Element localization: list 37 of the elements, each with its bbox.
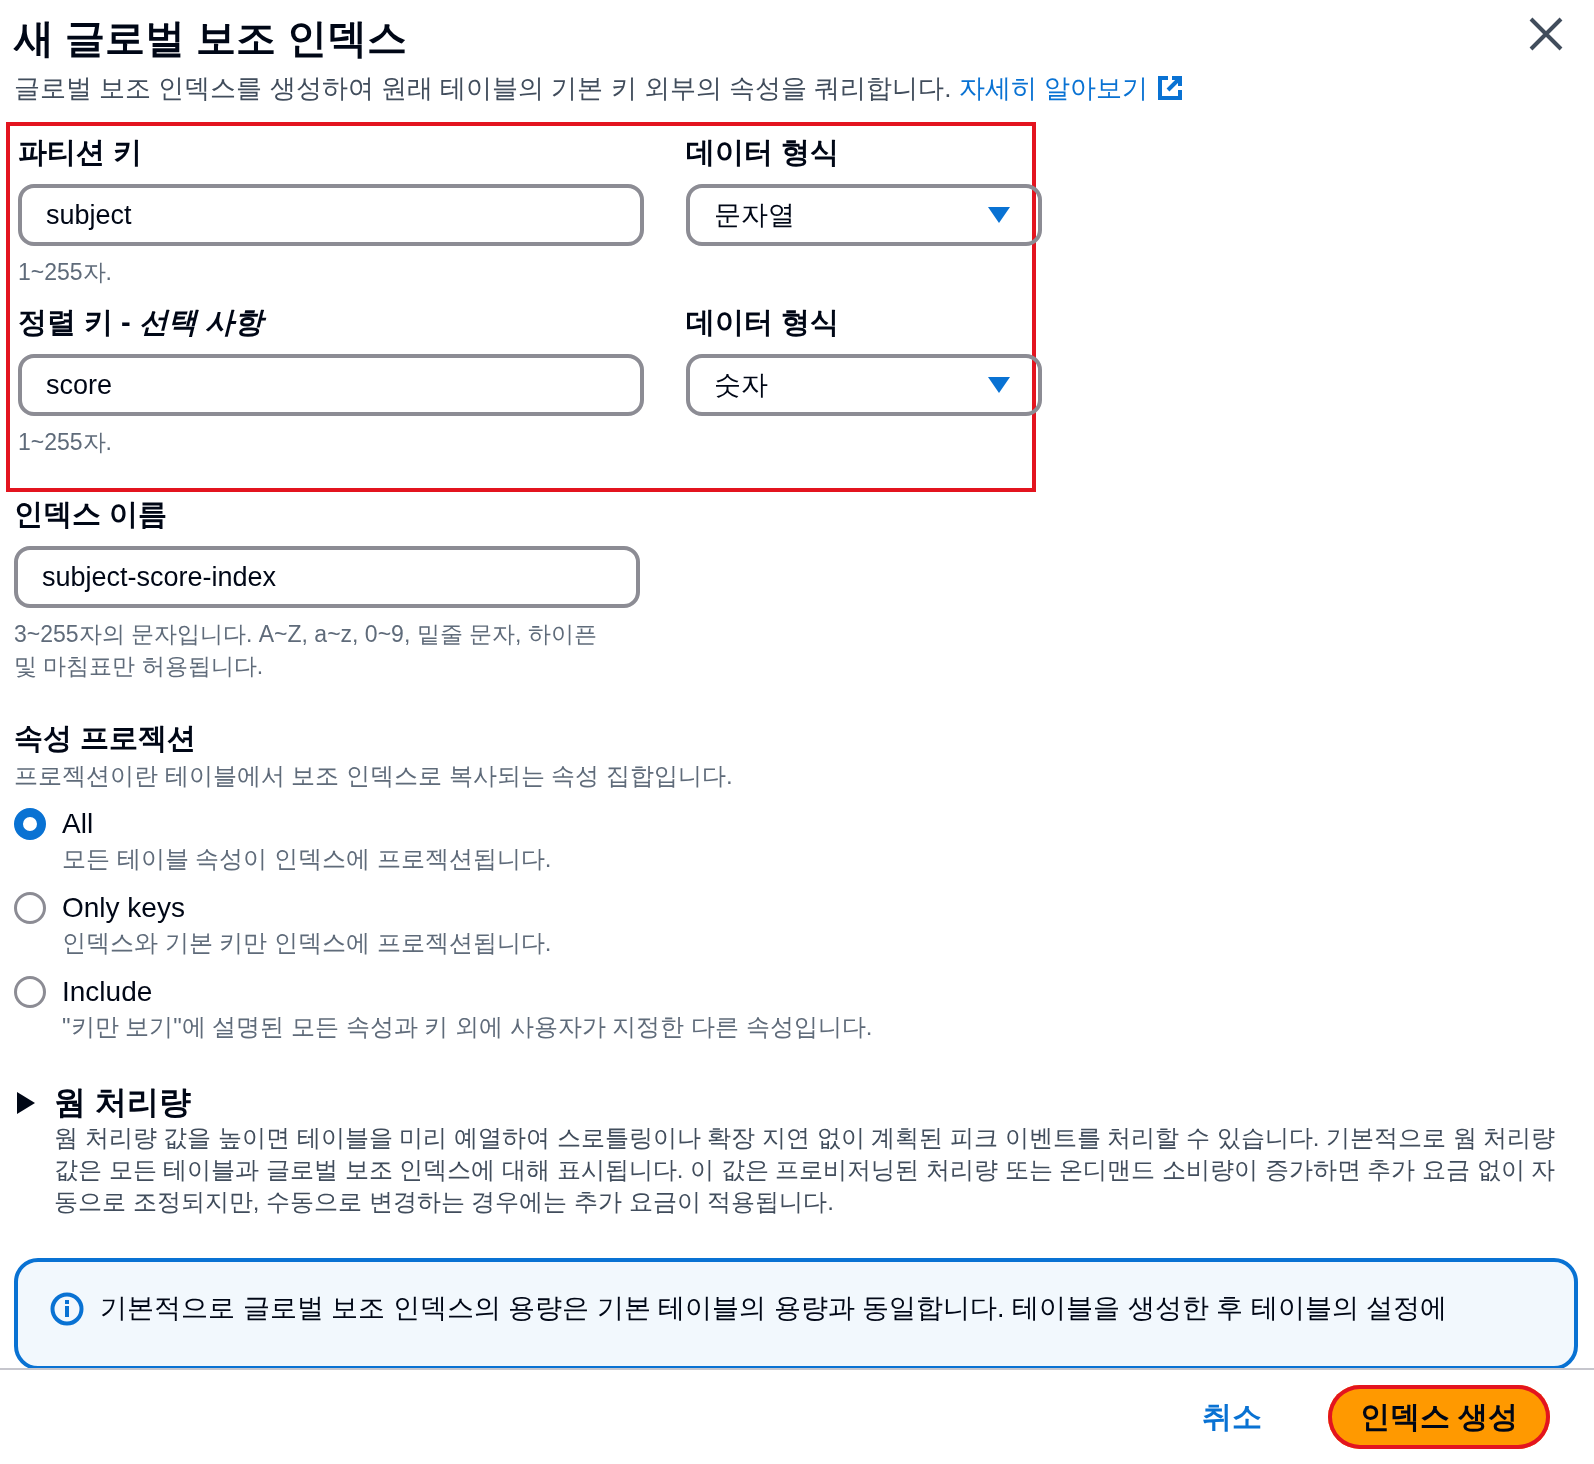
info-icon xyxy=(50,1292,84,1326)
radio-label: Only keys xyxy=(62,891,186,925)
text-input[interactable]: score xyxy=(18,354,644,416)
field-hint: 1~255자. xyxy=(18,428,113,457)
select-field[interactable]: 숫자 xyxy=(686,354,1042,416)
text-input[interactable]: subject xyxy=(18,184,644,246)
select-field[interactable]: 문자열 xyxy=(686,184,1042,246)
radio-label: Include xyxy=(62,975,154,1009)
radio-button[interactable] xyxy=(14,808,46,840)
learn-more-link[interactable]: 자세히 알아보기 xyxy=(958,70,1184,106)
field-label: 인덱스 이름 xyxy=(14,497,169,532)
section-title: 속성 프로젝션 xyxy=(14,721,198,756)
field-hint: 3~255자의 문자입니다. A~Z, a~z, 0~9, 밑줄 문자, 하이픈 및 마침표만 허용됩니다. xyxy=(14,620,598,681)
section-description: 웜 처리량 값을 높이면 테이블을 미리 예열하여 스로틀링이나 확장 지연 없이 계획된 피크 이벤트를 처리할 수 있습니다. 기본적으로 웜 처리량 값은 모든 테이블과 글로벌 보조 인덱스에 대해 표시됩니다. 이 값은 프로비저닝된 처리량 또는 온디맨드 소비량이 증가하면 추가 요금 없이 자동으로 조정되지만, 수동으로 변경하는 경우에는 추가 요금이 적용됩니다. xyxy=(54,1123,1557,1217)
dialog-description: 글로벌 보조 인덱스를 생성하여 원래 테이블의 기본 키 외부의 속성을 쿼리합니다. 자세히 알아보기 xyxy=(14,70,1578,106)
field-hint: 1~255자. xyxy=(18,258,113,287)
caret-icon[interactable] xyxy=(14,1092,36,1116)
radio-button[interactable] xyxy=(14,892,46,924)
radio-description: 모든 테이블 속성이 인덱스에 프로젝션됩니다. xyxy=(62,844,553,874)
radio-label: All xyxy=(62,807,95,841)
section-title: 웜 처리량 xyxy=(54,1083,192,1122)
radio-description: "키만 보기"에 설명된 모든 속성과 키 외에 사용자가 지정한 다른 속성입니다. xyxy=(62,1012,874,1042)
caret-down-icon xyxy=(988,207,1010,223)
field-label: 파티션 키 xyxy=(18,135,144,170)
radio-button[interactable] xyxy=(14,976,46,1008)
cancel-button[interactable]: 취소 xyxy=(1195,1395,1268,1439)
text-input[interactable]: subject-score-index xyxy=(14,546,640,608)
radio-description: 인덱스와 기본 키만 인덱스에 프로젝션됩니다. xyxy=(62,928,553,958)
external-link-icon xyxy=(1155,74,1184,102)
alert-text: 기본적으로 글로벌 보조 인덱스의 용량은 기본 테이블의 용량과 동일합니다. 테이블을 생성한 후 테이블의 설정에 xyxy=(100,1292,1448,1325)
section-description: 프로젝션이란 테이블에서 보조 인덱스로 복사되는 속성 집합입니다. xyxy=(14,761,734,791)
caret-down-icon xyxy=(988,377,1010,393)
field-label: 데이터 형식 xyxy=(686,305,841,340)
dialog-title: 새 글로벌 보조 인덱스 xyxy=(14,15,408,62)
field-label: 정렬 키 - 선택 사항 xyxy=(18,302,644,342)
field-label: 데이터 형식 xyxy=(686,135,841,170)
create-index-button[interactable]: 인덱스 생성 xyxy=(1327,1385,1550,1450)
